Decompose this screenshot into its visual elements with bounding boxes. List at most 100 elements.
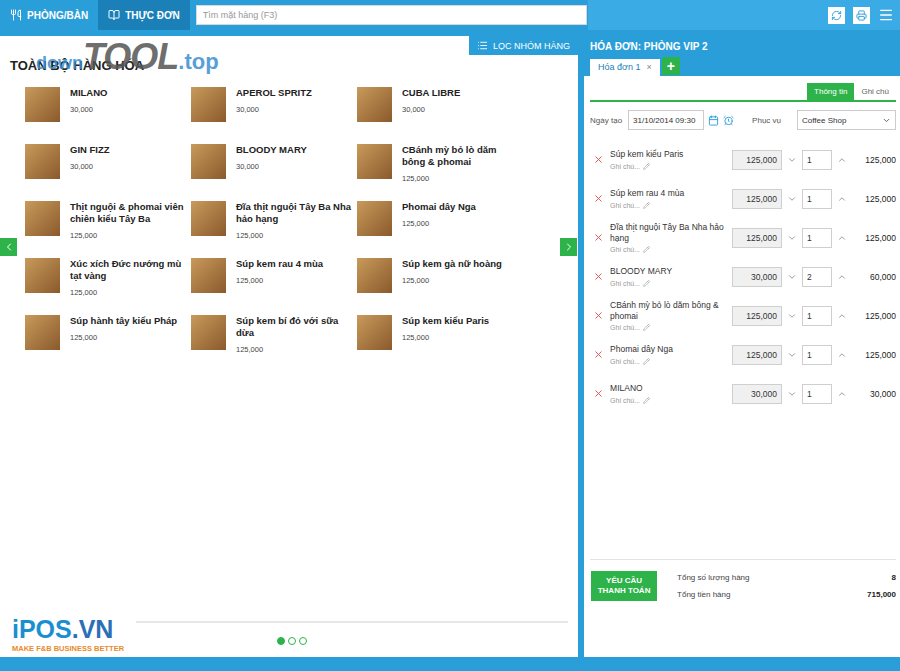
product-card[interactable]: Đĩa thịt nguội Tây Ba Nha hảo hạng125,00… (191, 201, 357, 258)
decrease-button[interactable] (786, 194, 798, 204)
line-note[interactable]: Ghi chú... (610, 397, 728, 404)
remove-button[interactable] (590, 154, 606, 165)
product-photo (191, 87, 226, 122)
increase-button[interactable] (836, 389, 848, 399)
product-name: Đĩa thịt nguội Tây Ba Nha hảo hạng (236, 201, 354, 225)
next-page-button[interactable] (560, 238, 577, 256)
clock-button[interactable] (723, 115, 734, 126)
print-button[interactable] (853, 7, 870, 24)
product-card[interactable]: APEROL SPRITZ30,000 (191, 87, 357, 144)
remove-button[interactable] (590, 232, 606, 243)
invoice-tab[interactable]: Hóa đơn 1× (590, 59, 660, 76)
page-dot[interactable] (277, 637, 285, 645)
decrease-button[interactable] (786, 233, 798, 243)
watermark-part: down (36, 53, 83, 74)
increase-button[interactable] (836, 194, 848, 204)
chevron-up-icon (837, 194, 847, 204)
filter-button[interactable]: LỌC NHÓM HÀNG (469, 36, 578, 55)
search-input[interactable] (196, 5, 587, 25)
remove-button[interactable] (590, 388, 606, 399)
line-note[interactable]: Ghi chú... (610, 280, 728, 287)
increase-button[interactable] (836, 272, 848, 282)
line-total: 125,000 (852, 311, 896, 321)
line-price[interactable]: 125,000 (732, 189, 782, 209)
line-note[interactable]: Ghi chú... (610, 358, 728, 365)
decrease-button[interactable] (786, 155, 798, 165)
line-price[interactable]: 125,000 (732, 306, 782, 326)
increase-button[interactable] (836, 350, 848, 360)
info-row: Ngày tạo31/10/2014 09:30Phục vụCoffee Sh… (590, 110, 896, 130)
panel-tab[interactable]: Ghi chú (854, 83, 896, 100)
line-note[interactable]: Ghi chú... (610, 324, 728, 331)
line-note[interactable]: Ghi chú... (610, 246, 728, 253)
nav-tab[interactable]: PHÒNG/BÀN (0, 0, 98, 30)
product-photo (357, 144, 392, 179)
watermark-part: .top (178, 49, 218, 75)
body: TOÀN BỘ HÀNG HÓALỌC NHÓM HÀNGdownTOOL.to… (0, 30, 900, 657)
remove-button[interactable] (590, 271, 606, 282)
remove-button[interactable] (590, 310, 606, 321)
date-field[interactable]: 31/10/2014 09:30 (628, 110, 704, 130)
x-icon (593, 349, 604, 360)
product-card[interactable]: MILANO30,000 (25, 87, 191, 144)
line-qty[interactable]: 1 (802, 384, 832, 404)
decrease-button[interactable] (786, 350, 798, 360)
product-photo (357, 201, 392, 236)
table-icon (10, 9, 22, 21)
product-text: Súp hành tây kiểu Pháp125,000 (70, 315, 188, 342)
product-card[interactable]: Súp hành tây kiểu Pháp125,000 (25, 315, 191, 372)
tab-close[interactable]: × (647, 62, 652, 72)
remove-button[interactable] (590, 349, 606, 360)
line-qty[interactable]: 1 (802, 189, 832, 209)
calendar-button[interactable] (708, 115, 719, 126)
line-qty[interactable]: 1 (802, 306, 832, 326)
remove-button[interactable] (590, 193, 606, 204)
product-card[interactable]: BLOODY MARY30,000 (191, 144, 357, 201)
line-qty[interactable]: 1 (802, 150, 832, 170)
increase-button[interactable] (836, 155, 848, 165)
increase-button[interactable] (836, 233, 848, 243)
x-icon (593, 388, 604, 399)
page-dot[interactable] (288, 637, 296, 645)
order-line: BLOODY MARYGhi chú...30,000260,000 (590, 257, 896, 296)
product-photo (357, 87, 392, 122)
product-card[interactable]: CUBA LIBRE30,000 (357, 87, 523, 144)
product-card[interactable]: Thịt nguội & phomai viên chiên kiểu Tây … (25, 201, 191, 258)
line-price[interactable]: 30,000 (732, 384, 782, 404)
decrease-button[interactable] (786, 272, 798, 282)
line-note[interactable]: Ghi chú... (610, 163, 728, 170)
product-name: Súp hành tây kiểu Pháp (70, 315, 188, 327)
pay-button[interactable]: YÊU CẦU THANH TOÁN (591, 571, 657, 601)
nav-tab[interactable]: THỰC ĐƠN (98, 0, 190, 30)
product-card[interactable]: Súp kem gà nữ hoàng125,000 (357, 258, 523, 315)
panel-tab[interactable]: Thông tin (807, 83, 854, 100)
product-card[interactable]: Súp kem kiểu Paris125,000 (357, 315, 523, 372)
pencil-icon (643, 202, 650, 209)
serve-select[interactable]: Coffee Shop (797, 110, 896, 130)
chevron-left-icon (3, 241, 15, 253)
line-qty[interactable]: 1 (802, 228, 832, 248)
line-note[interactable]: Ghi chú... (610, 202, 728, 209)
product-card[interactable]: GIN FIZZ30,000 (25, 144, 191, 201)
line-total: 125,000 (852, 233, 896, 243)
decrease-button[interactable] (786, 311, 798, 321)
product-card[interactable]: Súp kem rau 4 mùa125,000 (191, 258, 357, 315)
product-card[interactable]: CBánh mỳ bỏ lò dăm bông & phomai125,000 (357, 144, 523, 201)
product-card[interactable]: Phomai dây Nga125,000 (357, 201, 523, 258)
line-price[interactable]: 125,000 (732, 228, 782, 248)
refresh-button[interactable] (828, 7, 845, 24)
increase-button[interactable] (836, 311, 848, 321)
line-price[interactable]: 125,000 (732, 150, 782, 170)
line-price[interactable]: 125,000 (732, 345, 782, 365)
product-card[interactable]: Súp kem bí đỏ với sữa dừa125,000 (191, 315, 357, 372)
product-card[interactable]: Xúc xích Đức nướng mù tạt vàng125,000 (25, 258, 191, 315)
menu-icon[interactable] (878, 7, 894, 23)
line-qty[interactable]: 2 (802, 267, 832, 287)
line-qty[interactable]: 1 (802, 345, 832, 365)
invoice-footer: YÊU CẦU THANH TOÁNTổng số lượng hàng8Tổn… (590, 559, 896, 657)
prev-page-button[interactable] (0, 238, 17, 256)
add-invoice-button[interactable]: + (662, 57, 680, 75)
line-price[interactable]: 30,000 (732, 267, 782, 287)
decrease-button[interactable] (786, 389, 798, 399)
page-dot[interactable] (299, 637, 307, 645)
